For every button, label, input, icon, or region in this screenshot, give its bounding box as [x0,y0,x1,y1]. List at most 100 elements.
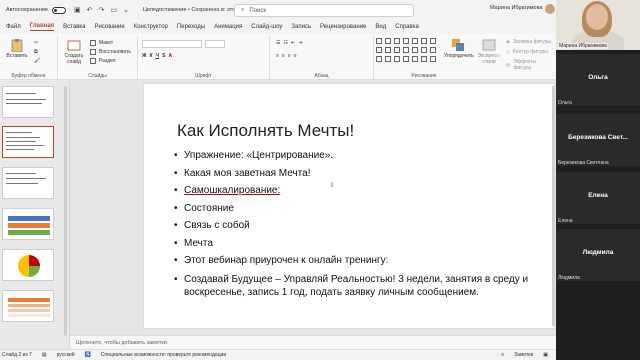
view-normal-icon[interactable]: ▣ [543,352,548,358]
clipboard-group: Вставить ✂ ⧉ 🖌 Буфер обмена [0,36,58,80]
user-name[interactable]: Марина Ибрагимова [490,5,543,11]
tab-animations[interactable]: Анимация [214,24,242,30]
section-label: Раздел [99,58,116,64]
cut-icon[interactable]: ✂ [34,40,38,46]
bullet-item: Связь с собой [174,220,544,232]
slide-thumbnail-2[interactable] [2,126,54,158]
quick-styles-button[interactable]: Экспресс-стили [474,38,504,65]
font-size-select[interactable] [205,40,225,48]
increase-indent-icon[interactable]: ⇥ [298,40,302,46]
shapes-gallery[interactable] [376,38,436,72]
slide-bullet-list[interactable]: Упражнение: «Центрирование». Какая моя з… [174,150,544,304]
tab-home[interactable]: Главная [29,23,55,31]
arrange-label: Упорядочить [444,53,474,59]
accessibility-icon: ♿ [84,352,91,358]
avatar[interactable] [545,4,555,14]
shape-effects-icon: ◎ [506,62,511,68]
slide-scrollbar[interactable] [552,86,555,326]
bullet-item: Самошкалирование: [174,185,544,197]
slide-thumbnail-6[interactable] [2,290,54,322]
participant-caption: Березикова Светлана [558,160,609,166]
notes-placeholder: Щелкните, чтобы добавить заметки [76,340,167,346]
align-left-icon[interactable]: ≡ [276,53,279,59]
align-right-icon[interactable]: ≡ [288,53,291,59]
thumbnails-scrollbar[interactable] [64,86,67,336]
participant-name: Березикова Свет... [568,134,628,141]
new-slide-button[interactable]: Создать слайд [60,38,88,65]
save-icon[interactable]: ▣ [74,6,81,14]
slide-thumbnails-panel [0,80,70,349]
undo-icon[interactable]: ↶ [87,6,93,14]
redo-icon[interactable]: ↷ [98,6,104,14]
notes-pane[interactable]: Щелкните, чтобы добавить заметки [70,335,556,349]
tab-insert[interactable]: Вставка [63,24,85,30]
customize-toolbar-icon[interactable]: ⌄ [123,6,129,14]
tab-draw[interactable]: Рисование [94,24,124,30]
slide-title[interactable]: Как Исполнять Мечты! [177,121,354,141]
search-placeholder: Поиск [249,7,267,14]
drawing-group: Упорядочить Экспресс-стили ◈ Заливка фигу… [374,36,554,80]
tab-transitions[interactable]: Переходы [177,24,205,30]
align-buttons-row: ≡ ≡ ≡ ≡ [276,53,297,59]
layout-button[interactable]: Макет [90,40,113,46]
language-indicator[interactable]: русский [57,352,75,358]
section-button[interactable]: Раздел [90,58,116,64]
tab-help[interactable]: Справка [395,24,419,30]
list-buttons-row: ☰ ☷ ⇤ ⇥ [276,40,302,46]
copy-icon[interactable]: ⧉ [34,49,38,55]
clipboard-icon [10,38,24,53]
arrange-button[interactable]: Упорядочить [444,38,474,59]
slide-thumbnail-4[interactable] [2,208,54,240]
underline-icon[interactable]: Ч [156,53,160,59]
paste-button[interactable]: Вставить [4,38,30,59]
tab-slideshow[interactable]: Слайд-шоу [251,24,282,30]
participant-tile[interactable]: Березикова Свет... Березикова Светлана [556,114,640,166]
search-box[interactable]: ⌕ Поиск [234,4,414,17]
tab-file[interactable]: Файл [6,24,21,30]
shape-effects-button[interactable]: ◎ Эффекты фигуры [506,59,554,71]
shape-fill-button[interactable]: ◈ Заливка фигуры [506,39,551,45]
tab-review[interactable]: Рецензирование [320,24,366,30]
new-slide-label: Создать слайд [64,53,84,65]
slide-thumbnail-1[interactable] [2,86,54,118]
tab-record[interactable]: Запись [291,24,311,30]
tab-view[interactable]: Вид [375,24,386,30]
format-painter-icon[interactable]: 🖌 [34,58,40,64]
participant-name: Елена [588,192,608,199]
spellcheck-icon[interactable]: ▤ [42,352,47,358]
font-group: Ж К Ч S A Шрифт [138,36,270,80]
quick-styles-label: Экспресс-стили [477,53,501,65]
font-family-select[interactable] [142,40,225,48]
participant-caption: Елена [558,218,573,224]
clipboard-group-label: Буфер обмена [11,73,46,79]
shape-outline-button[interactable]: ◇ Контур фигуры [506,49,548,55]
bold-icon[interactable]: Ж [142,53,147,59]
search-icon: ⌕ [241,7,245,13]
tab-design[interactable]: Конструктор [134,24,168,30]
decrease-indent-icon[interactable]: ⇤ [291,40,295,46]
bullets-icon[interactable]: ☰ [276,40,280,46]
slide-thumbnail-5[interactable] [2,249,54,281]
text-cursor-icon: I [331,182,333,189]
notes-button[interactable]: Заметки [514,352,533,358]
autosave-label: Автосохранение [6,7,48,13]
start-slideshow-icon[interactable]: ▭ [110,6,117,14]
ribbon: Вставить ✂ ⧉ 🖌 Буфер обмена Создать слай… [0,34,556,80]
strikethrough-icon[interactable]: S [162,53,165,59]
numbering-icon[interactable]: ☷ [283,40,287,46]
presenter-caption: Марина Ибрагимова [558,43,608,49]
autosave-toggle[interactable] [51,6,66,14]
reset-button[interactable]: Восстановить [90,49,131,55]
accessibility-status[interactable]: Специальные возможности: проверьте реком… [101,352,226,358]
font-color-icon[interactable]: A [168,53,172,59]
italic-icon[interactable]: К [150,53,153,59]
participant-tile[interactable]: Людмила Людмила [556,229,640,281]
bullet-item: Какая моя заветная Мечта! [174,168,544,180]
slide[interactable]: Как Исполнять Мечты! Упражнение: «Центри… [144,84,554,328]
align-center-icon[interactable]: ≡ [282,53,285,59]
participant-tile[interactable]: Ольга Ольга [556,54,640,106]
justify-icon[interactable]: ≡ [294,53,297,59]
participant-tile[interactable]: Елена Елена [556,172,640,224]
slide-thumbnail-3[interactable] [2,167,54,199]
drawing-group-label: Рисование [411,73,437,79]
